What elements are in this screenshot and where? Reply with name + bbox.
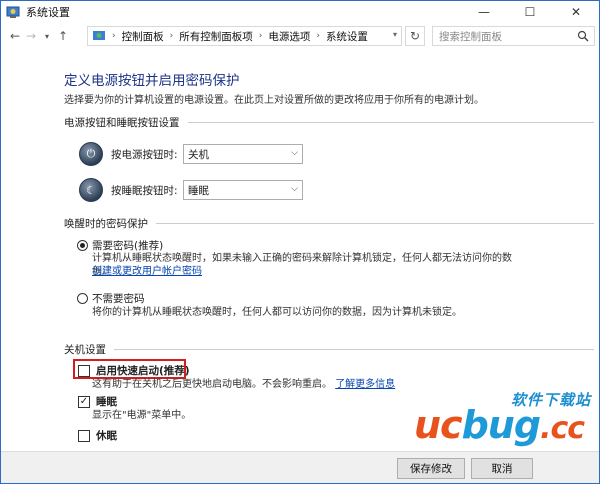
window-title: 系统设置 (26, 6, 70, 19)
breadcrumb-control-panel[interactable]: 控制面板 (122, 29, 164, 44)
page-description: 选择要为你的计算机设置的电源设置。在此页上对设置所做的更改将应用于你所有的电源计… (64, 95, 484, 106)
control-panel-icon (6, 6, 20, 18)
power-button-label: 按电源按钮时: (111, 148, 178, 161)
navigation-bar: ← → ▾ ↑ › 控制面板 › 所有控制面板项 › 电源选项 › 系统设置 ▾… (1, 23, 599, 49)
up-arrow-icon[interactable]: ↑ (55, 29, 71, 43)
power-section-title: 电源按钮和睡眠按钮设置 (64, 117, 180, 129)
watermark-main-text: ucbug.cc (414, 403, 585, 447)
breadcrumb-all-items[interactable]: 所有控制面板项 (179, 29, 253, 44)
learn-more-link[interactable]: 了解更多信息 (335, 379, 395, 390)
window-controls: — ☐ ✕ (461, 1, 599, 23)
chevron-down-icon: ⌵ (291, 184, 298, 194)
no-password-radio[interactable] (77, 293, 88, 304)
no-password-description: 将你的计算机从睡眠状态唤醒时，任何人都可以访问你的数据，因为计算机未锁定。 (92, 307, 462, 318)
power-button-row: ⏻ 按电源按钮时: 关机 ⌵ (79, 142, 303, 166)
hibernate-label: 休眠 (96, 430, 117, 442)
divider (114, 349, 594, 350)
highlight-box (73, 359, 186, 379)
sleep-checkbox[interactable]: ✓ (78, 395, 90, 408)
no-password-option[interactable]: 不需要密码 (77, 291, 145, 306)
page-title: 定义电源按钮并启用密码保护 (64, 73, 240, 89)
breadcrumb-separator: › (112, 31, 116, 41)
footer-bar: 保存修改 取消 (1, 451, 599, 483)
sleep-button-select[interactable]: 睡眠 ⌵ (183, 180, 303, 200)
divider (187, 122, 594, 123)
watermark-part-b: bug (461, 403, 541, 447)
sleep-button-label: 按睡眠按钮时: (111, 184, 178, 197)
sleep-button-icon: ☾ (79, 178, 103, 202)
require-password-label: 需要密码(推荐) (92, 240, 164, 252)
no-password-label: 不需要密码 (92, 293, 145, 305)
sleep-button-row: ☾ 按睡眠按钮时: 睡眠 ⌵ (79, 178, 303, 202)
password-link-line: 创建或更改用户帐户密码 (92, 265, 592, 279)
hibernate-option[interactable]: 休眠 (78, 428, 117, 443)
control-panel-small-icon (93, 31, 105, 40)
sleep-label: 睡眠 (96, 396, 117, 408)
breadcrumb-separator: › (169, 31, 174, 41)
forward-arrow-icon[interactable]: → (23, 29, 39, 43)
breadcrumb-separator: › (316, 31, 320, 41)
divider (156, 223, 594, 224)
system-settings-window: 系统设置 — ☐ ✕ ← → ▾ ↑ › 控制面板 › 所有控制面板项 › 电源… (0, 0, 600, 484)
power-button-value: 关机 (188, 148, 209, 161)
refresh-icon[interactable]: ↻ (405, 26, 425, 46)
password-section-title: 唤醒时的密码保护 (64, 218, 148, 230)
create-password-link[interactable]: 创建或更改用户帐户密码 (92, 266, 202, 277)
password-section-header: 唤醒时的密码保护 (64, 216, 594, 231)
shutdown-section-title: 关机设置 (64, 344, 106, 356)
breadcrumb-system-settings[interactable]: 系统设置 (326, 29, 368, 44)
hibernate-checkbox[interactable] (78, 429, 90, 442)
watermark-part-c: .cc (540, 411, 585, 446)
power-button-select[interactable]: 关机 ⌵ (183, 144, 303, 164)
search-placeholder: 搜索控制面板 (439, 30, 502, 43)
title-bar: 系统设置 — ☐ ✕ (1, 1, 599, 23)
power-section-header: 电源按钮和睡眠按钮设置 (64, 115, 594, 130)
address-bar[interactable]: › 控制面板 › 所有控制面板项 › 电源选项 › 系统设置 ▾ (87, 26, 402, 46)
watermark-part-a: uc (414, 403, 463, 447)
cancel-button[interactable]: 取消 (471, 458, 533, 479)
search-icon[interactable] (577, 30, 589, 42)
recent-dropdown-icon[interactable]: ▾ (39, 32, 55, 41)
sleep-button-value: 睡眠 (188, 184, 209, 197)
require-desc-line1: 计算机从睡眠状态唤醒时，如果未输入正确的密码来解除计算机锁定，任何人都无法访问你… (92, 253, 512, 264)
minimize-button[interactable]: — (461, 1, 507, 23)
maximize-button[interactable]: ☐ (507, 1, 553, 23)
fast-startup-desc-text: 这有助于在关机之后更快地启动电脑。不会影响重启。 (92, 379, 332, 390)
save-changes-button[interactable]: 保存修改 (397, 458, 465, 479)
close-button[interactable]: ✕ (553, 1, 599, 23)
watermark-logo: 软件下载站 ucbug.cc (414, 389, 599, 455)
back-arrow-icon[interactable]: ← (7, 29, 23, 43)
power-button-icon: ⏻ (79, 142, 103, 166)
shutdown-section-header: 关机设置 (64, 342, 594, 357)
breadcrumb-power-options[interactable]: 电源选项 (268, 29, 310, 44)
sleep-option[interactable]: ✓ 睡眠 (78, 394, 117, 409)
chevron-down-icon: ⌵ (291, 148, 298, 158)
search-input[interactable]: 搜索控制面板 (432, 26, 595, 46)
require-password-radio[interactable] (77, 240, 88, 251)
address-dropdown-icon[interactable]: ▾ (393, 30, 397, 39)
require-password-option[interactable]: 需要密码(推荐) (77, 238, 163, 253)
breadcrumb-separator: › (258, 31, 263, 41)
